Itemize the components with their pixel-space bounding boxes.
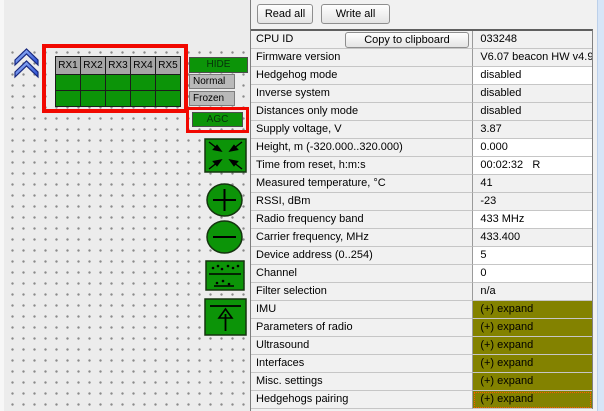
property-label: Ultrasound [251,337,473,355]
rx-cell [131,91,156,107]
scatter-plot-icon[interactable] [205,260,245,291]
table-row: IMU (+) expand [251,301,592,319]
write-all-button[interactable]: Write all [321,4,390,24]
read-all-button[interactable]: Read all [257,4,313,24]
rx-cell [156,75,181,91]
frozen-mode-button[interactable]: Frozen [189,91,235,106]
property-label: Firmware version [251,49,473,67]
agc-highlight-frame: AGC [186,107,249,133]
table-row: Distances only mode disabled [251,103,592,121]
rx-column-header: RX3 [106,57,131,75]
property-label: Supply voltage, V [251,121,473,139]
property-label: Hedgehog mode [251,67,473,85]
property-label: IMU [251,301,473,319]
property-label: Radio frequency band [251,211,473,229]
copy-to-clipboard-button[interactable]: Copy to clipboard [345,32,469,48]
property-value[interactable]: disabled [473,67,592,85]
expand-section-cell[interactable]: (+) expand [473,301,592,319]
property-label: Misc. settings [251,373,473,391]
rx-cell [56,91,81,107]
rx-column-header: RX4 [131,57,156,75]
window-edge-strip [597,0,604,411]
property-label: Measured temperature, °C [251,175,473,193]
property-value: 3.87 [473,121,592,139]
table-row: Filter selection n/a [251,283,592,301]
property-value[interactable]: 0.000 [473,139,592,157]
scroll-up-icon[interactable] [13,46,40,79]
zoom-in-icon[interactable] [206,183,243,217]
expand-section-cell[interactable]: (+) expand [473,355,592,373]
property-label: Inverse system [251,85,473,103]
rx-column-header: RX2 [81,57,106,75]
rx-cell [131,75,156,91]
property-label: Interfaces [251,355,473,373]
fit-view-icon[interactable] [204,138,247,173]
rx-cell [156,91,181,107]
agc-button[interactable]: AGC [192,112,243,127]
table-row: Hedgehogs pairing (+) expand [251,391,592,409]
rx-signal-table: RX1 RX2 RX3 RX4 RX5 [55,56,181,107]
device-properties-panel: Read all Write all CPU ID Copy to clipbo… [250,0,597,411]
property-label: Filter selection [251,283,473,301]
rx-cell [81,91,106,107]
property-value: 033248 [473,31,592,49]
property-label: RSSI, dBm [251,193,473,211]
zoom-out-icon[interactable] [206,220,243,254]
rx-column-header: RX5 [156,57,181,75]
table-row: Ultrasound (+) expand [251,337,592,355]
property-value: V6.07 beacon HW v4.9 [473,49,592,67]
property-label: Device address (0..254) [251,247,473,265]
property-label: Time from reset, h:m:s [251,157,473,175]
rx-cell [106,75,131,91]
property-value[interactable]: 433 MHz [473,211,592,229]
rx-column-header: RX1 [56,57,81,75]
table-row: Firmware version V6.07 beacon HW v4.9 [251,49,592,67]
table-row: Misc. settings (+) expand [251,373,592,391]
table-row: Time from reset, h:m:s 00:02:32 R [251,157,592,175]
rx-cell [81,75,106,91]
property-value: 41 [473,175,592,193]
property-label: Parameters of radio [251,319,473,337]
table-row: Radio frequency band 433 MHz [251,211,592,229]
table-row: Inverse system disabled [251,85,592,103]
table-row: Height, m (-320.000..320.000) 0.000 [251,139,592,157]
table-row: RSSI, dBm -23 [251,193,592,211]
expand-section-cell[interactable]: (+) expand [473,391,592,409]
normal-mode-button[interactable]: Normal [189,74,235,89]
rx-table-highlight-frame: RX1 RX2 RX3 RX4 RX5 [42,44,188,113]
expand-section-cell[interactable]: (+) expand [473,373,592,391]
hide-button[interactable]: HIDE [189,57,248,73]
table-row: Parameters of radio (+) expand [251,319,592,337]
property-value: disabled [473,103,592,121]
property-label: Channel [251,265,473,283]
table-row: CPU ID Copy to clipboard 033248 [251,31,592,49]
dashboard-window: RX1 RX2 RX3 RX4 RX5 HIDE Normal Frozen A… [0,0,604,411]
table-row: Carrier frequency, MHz 433.400 [251,229,592,247]
table-row: Channel 0 [251,265,592,283]
properties-table: CPU ID Copy to clipboard 033248 Firmware… [251,29,593,409]
property-value[interactable]: 00:02:32 R [473,157,592,175]
rx-cell [106,91,131,107]
expand-section-cell[interactable]: (+) expand [473,319,592,337]
property-value[interactable]: 0 [473,265,592,283]
table-row: Device address (0..254) 5 [251,247,592,265]
property-value: n/a [473,283,592,301]
rx-cell [56,75,81,91]
property-label: Distances only mode [251,103,473,121]
property-label: Hedgehogs pairing [251,391,473,409]
table-row: Supply voltage, V 3.87 [251,121,592,139]
property-value: disabled [473,85,592,103]
property-value: -23 [473,193,592,211]
table-row: Hedgehog mode disabled [251,67,592,85]
table-row: Interfaces (+) expand [251,355,592,373]
upload-icon[interactable] [204,298,247,336]
property-label: Height, m (-320.000..320.000) [251,139,473,157]
property-label: Carrier frequency, MHz [251,229,473,247]
property-value: 433.400 [473,229,592,247]
property-value[interactable]: 5 [473,247,592,265]
expand-section-cell[interactable]: (+) expand [473,337,592,355]
table-row: Measured temperature, °C 41 [251,175,592,193]
